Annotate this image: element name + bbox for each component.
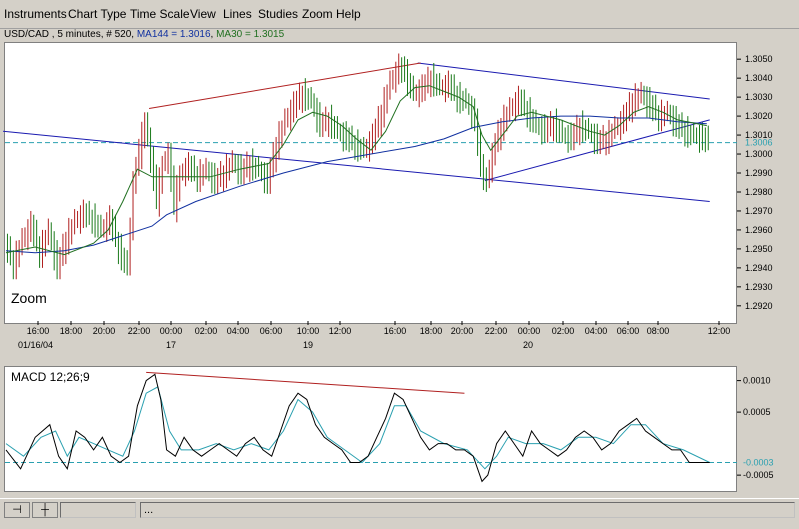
x-tick-label: 06:00 xyxy=(260,326,283,336)
pin-icon: ⊣ xyxy=(12,504,22,516)
zoom-label[interactable]: Zoom xyxy=(11,290,47,306)
pin-button[interactable]: ⊣ xyxy=(4,502,30,518)
y-tick-label: 1.2930 xyxy=(745,282,773,292)
x-tick-label: 18:00 xyxy=(420,326,443,336)
trendline xyxy=(417,62,710,100)
x-tick-label: 16:00 xyxy=(27,326,50,336)
x-tick-label: 16:00 xyxy=(384,326,407,336)
x-tick-label: 12:00 xyxy=(708,326,731,336)
x-tick-label: 00:00 xyxy=(160,326,183,336)
y-tick-label: 1.3030 xyxy=(745,92,773,102)
x-tick-label: 12:00 xyxy=(329,326,352,336)
x-tick-label: 18:00 xyxy=(60,326,83,336)
crosshair-button[interactable]: ┼ xyxy=(32,502,58,518)
status-bar: ⊣ ┼ ... xyxy=(0,498,799,529)
y-tick-label: 1.2990 xyxy=(745,168,773,178)
y-tick-label: 1.3050 xyxy=(745,54,773,64)
y-tick-label: 1.3020 xyxy=(745,111,773,121)
ma30-line xyxy=(5,85,707,256)
current-value-label: 1.3006 xyxy=(745,138,773,148)
x-tick-label: 08:00 xyxy=(647,326,670,336)
x-tick-label: 02:00 xyxy=(552,326,575,336)
y-tick-label: 1.2970 xyxy=(745,206,773,216)
x-tick-label: 04:00 xyxy=(585,326,608,336)
macd-line xyxy=(5,373,710,483)
trendline xyxy=(148,62,421,109)
crosshair-icon: ┼ xyxy=(41,504,49,516)
y-tick-label: 1.2920 xyxy=(745,301,773,311)
date-label: 20 xyxy=(523,340,533,350)
status-field-left xyxy=(60,502,136,518)
ma144-line xyxy=(5,115,707,254)
x-tick-label: 22:00 xyxy=(128,326,151,336)
x-tick-label: 20:00 xyxy=(451,326,474,336)
macd-label: MACD 12;26;9 xyxy=(11,370,90,384)
date-label: 01/16/04 xyxy=(18,340,53,350)
y-tick-label: 1.2960 xyxy=(745,225,773,235)
macd-trendline xyxy=(146,371,465,394)
x-tick-label: 10:00 xyxy=(297,326,320,336)
x-tick-label: 06:00 xyxy=(617,326,640,336)
trendline xyxy=(3,130,710,202)
y-tick-label: 1.2950 xyxy=(745,244,773,254)
x-tick-label: 02:00 xyxy=(195,326,218,336)
date-label: 19 xyxy=(303,340,313,350)
macd-y-tick-label: 0.0005 xyxy=(743,407,771,417)
x-tick-label: 04:00 xyxy=(227,326,250,336)
y-tick-label: 1.3000 xyxy=(745,149,773,159)
macd-y-tick-label: -0.0005 xyxy=(743,470,774,480)
chart-svg: 1.30501.30401.30301.30201.30101.30001.29… xyxy=(3,53,774,483)
macd-current-value-label: -0.0003 xyxy=(743,458,774,468)
y-tick-label: 1.3040 xyxy=(745,73,773,83)
y-tick-label: 1.2980 xyxy=(745,187,773,197)
date-label: 17 xyxy=(166,340,176,350)
status-field-main: ... xyxy=(140,502,795,518)
x-tick-label: 00:00 xyxy=(518,326,541,336)
macd-y-tick-label: 0.0010 xyxy=(743,376,771,386)
x-tick-label: 22:00 xyxy=(485,326,508,336)
x-tick-label: 20:00 xyxy=(93,326,116,336)
y-tick-label: 1.2940 xyxy=(745,263,773,273)
